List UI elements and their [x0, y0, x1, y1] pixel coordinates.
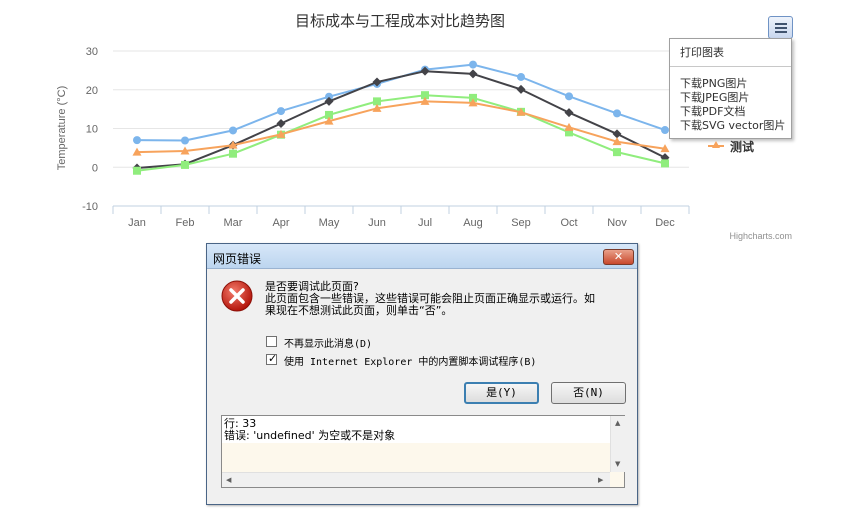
series-2: [132, 66, 670, 173]
chart-panel: 目标成本与工程成本对比趋势图 Jan Feb Mar Apr May Jun Jul Aug S…: [41, 4, 802, 242]
x-tick-label: Dec: [655, 217, 675, 229]
chart-menu-button[interactable]: [768, 16, 793, 39]
credit-link[interactable]: Highcharts.com: [729, 231, 792, 241]
data-point: [133, 166, 141, 175]
x-tick-label: Jun: [368, 217, 386, 229]
scroll-left-icon[interactable]: ◀: [226, 476, 231, 484]
vertical-scrollbar[interactable]: ▲ ▼: [610, 416, 625, 472]
data-point: [276, 118, 286, 128]
data-point: [468, 69, 478, 79]
scroll-up-icon[interactable]: ▲: [615, 419, 620, 427]
checkmark-icon: ✓: [268, 352, 278, 365]
x-tick-label: Jan: [128, 217, 146, 229]
yes-button[interactable]: 是(Y): [464, 382, 539, 404]
x-tick-label: Apr: [272, 217, 289, 229]
legend-label: 测试: [730, 140, 755, 154]
data-point: [277, 107, 285, 116]
scroll-right-icon[interactable]: ▶: [598, 476, 603, 484]
menu-item-print[interactable]: 打印图表: [680, 46, 724, 59]
series-line: [136, 100, 666, 154]
dialog-message-line2: 果现在不想测试此页面，则单击“否”。: [265, 304, 453, 317]
use-debugger-checkbox[interactable]: ✓: [266, 352, 278, 365]
dont-show-label[interactable]: 不再显示此消息(D): [284, 335, 372, 350]
chart-title: 目标成本与工程成本对比趋势图: [295, 12, 505, 30]
error-message: 错误: 'undefined' 为空或不是对象: [224, 429, 396, 442]
y-axis-labels: -10 0 10 20 30: [82, 46, 98, 213]
dialog-title: 网页错误: [213, 252, 262, 266]
data-point: [564, 108, 574, 118]
data-point: [229, 149, 237, 158]
legend-item[interactable]: 测试: [708, 138, 798, 154]
menu-item-download-png[interactable]: 下载PNG图片: [680, 77, 747, 90]
x-tick-label: Sep: [511, 217, 531, 229]
x-tick-label: Nov: [607, 217, 627, 229]
export-menu: 打印图表 下载PNG图片 下载JPEG图片 下载PDF文档 下载SVG vect…: [669, 38, 792, 139]
y-tick-label: 10: [86, 124, 98, 136]
y-tick-label: 0: [92, 162, 98, 174]
y-axis-title: Temperature (°C): [56, 86, 68, 170]
data-point: [661, 159, 669, 168]
series-line: [136, 70, 666, 169]
data-point: [565, 92, 573, 101]
series-layer: [132, 60, 670, 175]
data-point: [181, 136, 189, 145]
error-detail-text: 行: 33 错误: 'undefined' 为空或不是对象: [224, 418, 395, 442]
menu-item-download-pdf[interactable]: 下载PDF文档: [680, 105, 745, 118]
legend-triangle-icon: [708, 141, 724, 148]
y-tick-label: -10: [82, 201, 98, 213]
data-point: [612, 129, 622, 139]
error-dialog: 网页错误 ✕ 是否要调试此页面? 此页面包含一些错误，这些错误可能会阻止页面正确…: [206, 243, 638, 505]
x-tick-label: Jul: [418, 217, 432, 229]
y-tick-label: 30: [86, 46, 98, 58]
error-icon: [221, 280, 253, 312]
close-icon: ✕: [613, 250, 624, 263]
data-point: [229, 126, 237, 135]
x-tick-label: Oct: [560, 217, 577, 229]
data-point: [517, 72, 525, 81]
data-point: [661, 126, 669, 135]
x-tick-label: May: [319, 217, 340, 229]
data-point: [613, 109, 621, 118]
data-point: [181, 160, 189, 169]
series-4: [132, 96, 670, 156]
data-point: [469, 60, 477, 69]
dont-show-checkbox[interactable]: [266, 336, 277, 347]
series-1: [133, 60, 669, 145]
menu-separator: [670, 66, 791, 67]
x-tick-label: Mar: [224, 217, 243, 229]
x-axis: Jan Feb Mar Apr May Jun Jul Aug Sep Oct Nov Dec: [112, 205, 690, 229]
horizontal-scrollbar[interactable]: ◀ ▶: [222, 472, 610, 487]
x-tick-label: Aug: [463, 217, 483, 229]
use-debugger-label[interactable]: 使用 Internet Explorer 中的内置脚本调试程序(B): [284, 353, 536, 368]
y-tick-label: 20: [86, 85, 98, 97]
x-tick-label: Feb: [176, 217, 195, 229]
no-button[interactable]: 否(N): [551, 382, 626, 404]
close-button[interactable]: ✕: [603, 249, 634, 265]
scroll-down-icon[interactable]: ▼: [615, 460, 620, 468]
error-detail-box[interactable]: 行: 33 错误: 'undefined' 为空或不是对象 ▲ ▼ ◀ ▶: [221, 415, 625, 488]
menu-item-download-svg[interactable]: 下载SVG vector图片: [680, 119, 785, 132]
dialog-titlebar[interactable]: 网页错误 ✕: [207, 244, 637, 269]
data-point: [613, 148, 621, 157]
data-point: [133, 136, 141, 145]
menu-item-download-jpeg[interactable]: 下载JPEG图片: [680, 91, 749, 104]
data-point: [516, 84, 526, 94]
